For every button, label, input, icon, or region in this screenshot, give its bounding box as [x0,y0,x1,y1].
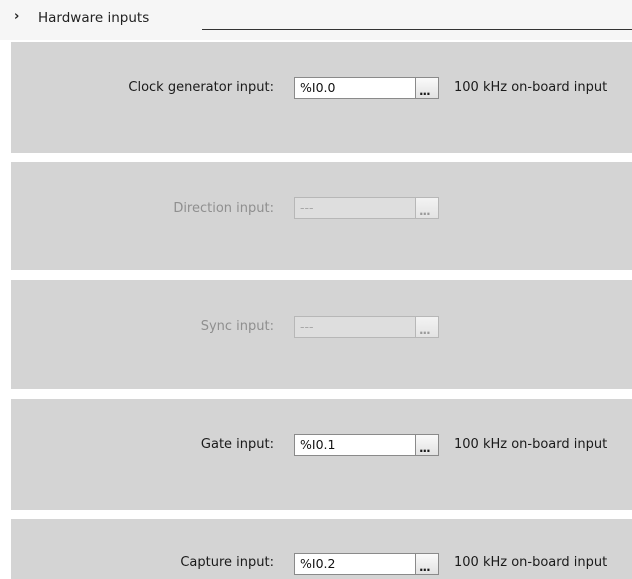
direction-input-row: Direction input: --- ... [11,162,632,270]
section-divider [202,29,632,30]
sync-input-row: Sync input: --- ... [11,280,632,389]
ellipsis-icon: ... [419,84,431,98]
direction-browse-button[interactable]: ... [415,197,439,219]
direction-input-field: --- ... [294,197,444,219]
capture-input-row: Capture input: %I0.2 ... 100 kHz on-boar… [11,519,632,579]
sync-input-label: Sync input: [200,319,274,334]
clock-generator-input-description: 100 kHz on-board input [454,80,608,95]
capture-input-label: Capture input: [180,555,274,570]
gate-input-field: %I0.1 ... [294,434,444,456]
gate-browse-button[interactable]: ... [415,434,439,456]
ellipsis-icon: ... [419,441,431,455]
clock-generator-input-label: Clock generator input: [128,80,274,95]
clock-generator-browse-button[interactable]: ... [415,77,439,99]
ellipsis-icon: ... [419,204,431,218]
direction-input-label: Direction input: [173,201,274,216]
direction-input-value[interactable]: --- [294,197,416,219]
gate-input-description: 100 kHz on-board input [454,437,608,452]
section-title: Hardware inputs [38,10,150,26]
sync-input-value[interactable]: --- [294,316,416,338]
sync-browse-button[interactable]: ... [415,316,439,338]
clock-generator-input-field: %I0.0 ... [294,77,444,99]
capture-input-description: 100 kHz on-board input [454,555,608,570]
section-header[interactable]: › Hardware inputs [0,0,632,40]
gate-input-row: Gate input: %I0.1 ... 100 kHz on-board i… [11,399,632,510]
gate-input-label: Gate input: [200,437,274,452]
gate-input-value[interactable]: %I0.1 [294,434,416,456]
ellipsis-icon: ... [419,323,431,337]
clock-generator-input-row: Clock generator input: %I0.0 ... 100 kHz… [11,42,632,153]
clock-generator-input-value[interactable]: %I0.0 [294,77,416,99]
chevron-right-icon[interactable]: › [14,9,19,24]
capture-input-field: %I0.2 ... [294,553,444,575]
ellipsis-icon: ... [419,560,431,574]
sync-input-field: --- ... [294,316,444,338]
capture-browse-button[interactable]: ... [415,553,439,575]
capture-input-value[interactable]: %I0.2 [294,553,416,575]
